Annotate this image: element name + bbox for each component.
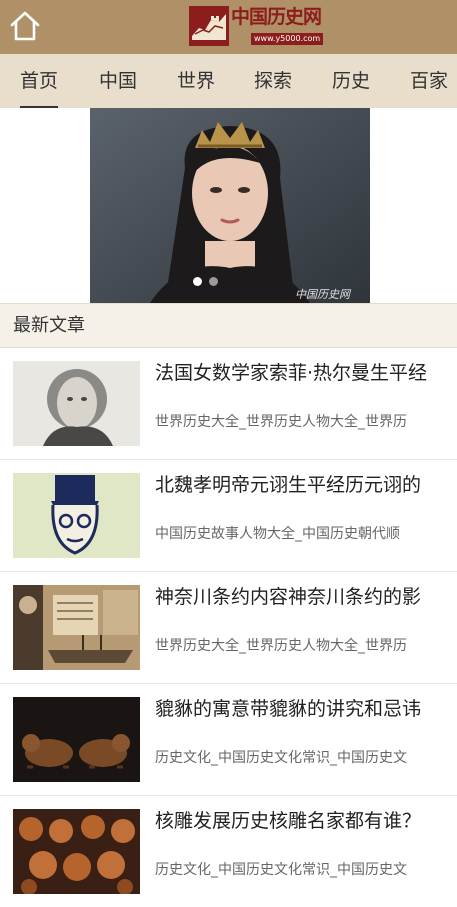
nav-item-baijia[interactable]: 百家 [410,54,448,108]
nav-item-china[interactable]: 中国 [99,54,137,108]
article-tags[interactable]: 世界历史大全_世界历史人物大全_世界历 [155,636,445,656]
site-logo[interactable]: 中国历史网 www.y5000.com [189,6,324,46]
article-title[interactable]: 法国女数学家索菲·热尔曼生平经 [155,360,450,386]
home-icon[interactable] [8,9,42,43]
carousel-dot-1[interactable] [193,277,202,286]
banner-carousel[interactable]: 中国历史网 [90,108,370,303]
section-title: 最新文章 [13,315,85,336]
article-item[interactable]: 貔貅的寓意带貔貅的讲究和忌讳 历史文化_中国历史文化常识_中国历史文 [0,684,457,796]
article-thumbnail [13,585,140,670]
logo-text: 中国历史网 [231,6,322,28]
article-tags[interactable]: 历史文化_中国历史文化常识_中国历史文 [155,748,445,768]
article-title[interactable]: 核雕发展历史核雕名家都有谁？ [155,808,450,834]
article-title[interactable]: 北魏孝明帝元诩生平经历元诩的 [155,472,450,498]
nav-item-world[interactable]: 世界 [177,54,215,108]
nav-item-home[interactable]: 首页 [20,54,59,108]
article-item[interactable]: 法国女数学家索菲·热尔曼生平经 世界历史大全_世界历史人物大全_世界历 [0,348,457,460]
nav-item-explore[interactable]: 探索 [254,54,292,108]
banner-image [90,108,370,303]
nav-item-history[interactable]: 历史 [332,54,370,108]
article-thumbnail [13,697,140,782]
article-item[interactable]: 北魏孝明帝元诩生平经历元诩的 中国历史故事人物大全_中国历史朝代顺 [0,460,457,572]
article-tags[interactable]: 世界历史大全_世界历史人物大全_世界历 [155,412,445,432]
banner-watermark: 中国历史网 [295,288,350,301]
article-title[interactable]: 貔貅的寓意带貔貅的讲究和忌讳 [155,696,450,722]
carousel-dot-2[interactable] [209,277,218,286]
article-tags[interactable]: 历史文化_中国历史文化常识_中国历史文 [155,860,445,880]
article-thumbnail [13,361,140,446]
great-wall-logo-icon [189,6,229,46]
article-tags[interactable]: 中国历史故事人物大全_中国历史朝代顺 [155,524,445,544]
category-nav: 首页 中国 世界 探索 历史 百家 [0,54,457,108]
article-thumbnail [13,473,140,558]
article-item[interactable]: 核雕发展历史核雕名家都有谁？ 历史文化_中国历史文化常识_中国历史文 [0,796,457,907]
top-header: 中国历史网 www.y5000.com [0,0,457,54]
article-title[interactable]: 神奈川条约内容神奈川条约的影 [155,584,450,610]
article-item[interactable]: 神奈川条约内容神奈川条约的影 世界历史大全_世界历史人物大全_世界历 [0,572,457,684]
latest-articles-header: 最新文章 [0,303,457,348]
article-thumbnail [13,809,140,894]
logo-url: www.y5000.com [251,33,324,45]
